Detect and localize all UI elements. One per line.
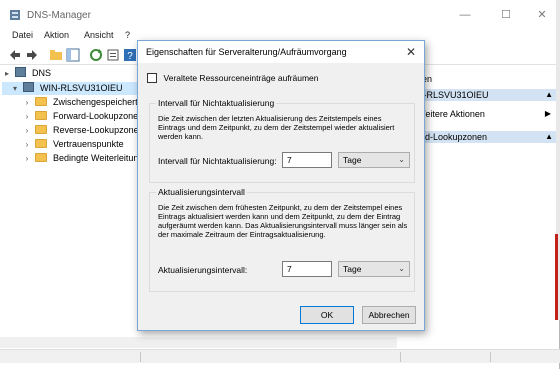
refresh-unit-select[interactable]: Tage ⌄	[338, 261, 410, 277]
tree-item-server-label: WIN-RLSVU31OIEU	[40, 83, 123, 93]
actions-server-label: N-RLSVU31OIEU	[417, 90, 489, 100]
maximize-button[interactable]: ☐	[496, 6, 516, 24]
tree-item-label: Forward-Lookupzonen	[53, 111, 142, 121]
refresh-icon[interactable]	[89, 48, 103, 62]
chevron-right-icon: ›	[25, 98, 29, 107]
server-icon	[22, 82, 34, 92]
refresh-description: Die Zeit zwischen dem frühesten Zeitpunk…	[158, 203, 408, 239]
forward-arrow-icon[interactable]	[25, 48, 39, 62]
menu-ansicht[interactable]: Ansicht	[84, 30, 114, 40]
close-window-button[interactable]: ✕	[532, 6, 552, 24]
minimize-button[interactable]: —	[455, 6, 475, 24]
export-list-icon[interactable]	[106, 48, 120, 62]
dialog-title-bar: Eigenschaften für Serveralterung/Aufräum…	[138, 41, 424, 63]
tree-item-server[interactable]: ▾ WIN-RLSVU31OIEU	[2, 82, 142, 95]
back-arrow-icon[interactable]	[8, 48, 22, 62]
tree-item-label: Reverse-Lookupzonen	[53, 125, 142, 135]
svg-text:?: ?	[127, 51, 133, 62]
cancel-button[interactable]: Abbrechen	[362, 306, 416, 324]
scavenge-checkbox-row[interactable]: Veraltete Ressourceneinträge aufräumen	[147, 73, 319, 85]
tree-item-conditional-forwarders[interactable]: › Bedingte Weiterleitungen	[2, 152, 142, 165]
chevron-right-icon: ›	[25, 154, 29, 163]
title-bar: DNS-Manager — ☐ ✕	[0, 0, 560, 30]
dialog-title: Eigenschaften für Serveralterung/Aufräum…	[146, 47, 347, 57]
menu-datei[interactable]: Datei	[12, 30, 33, 40]
no-refresh-label: Intervall für Nichtaktualisierung:	[158, 156, 277, 166]
refresh-group: Aktualisierungsintervall Die Zeit zwisch…	[149, 187, 415, 292]
no-refresh-value-input[interactable]: 7	[282, 152, 332, 168]
status-divider	[140, 352, 141, 362]
chevron-down-icon: ▾	[12, 84, 17, 93]
scavenge-checkbox[interactable]	[147, 73, 157, 83]
status-divider	[400, 352, 401, 362]
status-bar	[0, 349, 560, 363]
chevron-down-icon: ⌄	[398, 264, 405, 273]
folder-icon	[34, 111, 47, 120]
folder-icon	[34, 153, 47, 162]
no-refresh-group-title: Intervall für Nichtaktualisierung	[156, 98, 277, 108]
chevron-right-icon: ›	[25, 112, 29, 121]
folder-icon	[34, 139, 47, 148]
help-icon[interactable]: ?	[123, 48, 137, 62]
tree-item-dns-label: DNS	[32, 68, 52, 78]
scavenge-checkbox-label: Veraltete Ressourceneinträge aufräumen	[163, 73, 319, 83]
refresh-label: Aktualisierungsintervall:	[158, 265, 248, 275]
folder-icon	[34, 97, 47, 106]
more-actions-label: Weitere Aktionen	[417, 109, 485, 119]
no-refresh-group: Intervall für Nichtaktualisierung Die Ze…	[149, 98, 415, 183]
tree-item-label: Vertrauenspunkte	[53, 139, 124, 149]
no-refresh-unit-value: Tage	[343, 155, 362, 165]
tree-item-trust-points[interactable]: › Vertrauenspunkte	[2, 138, 142, 151]
no-refresh-unit-select[interactable]: Tage ⌄	[338, 152, 410, 168]
submenu-arrow-icon: ▶	[544, 109, 551, 118]
window-title: DNS-Manager	[27, 10, 91, 21]
menu-aktion[interactable]: Aktion	[44, 30, 69, 40]
dialog-close-button[interactable]: ✕	[404, 45, 418, 59]
show-hide-tree-icon[interactable]	[66, 48, 80, 62]
chevron-right-icon: ▸	[4, 69, 9, 78]
tree-item-label: Bedingte Weiterleitungen	[53, 153, 142, 163]
collapse-up-icon: ▲	[545, 132, 553, 141]
console-tree: ▸ DNS ▾ WIN-RLSVU31OIEU › Zwischengespei…	[2, 67, 142, 347]
refresh-unit-value: Tage	[343, 264, 362, 274]
actions-zone-label: ard-Lookupzonen	[417, 132, 488, 142]
chevron-right-icon: ›	[25, 126, 29, 135]
up-folder-icon[interactable]	[49, 48, 63, 62]
aging-scavenging-dialog: Eigenschaften für Serveralterung/Aufräum…	[137, 40, 425, 331]
no-refresh-description: Die Zeit zwischen der letzten Aktualisie…	[158, 114, 395, 141]
tree-item-forward-lookup-zones[interactable]: › Forward-Lookupzonen	[2, 110, 142, 123]
tree-item-label: Zwischengespeicherte	[53, 97, 142, 107]
dns-icon	[14, 67, 26, 77]
tree-item-dns[interactable]: ▸ DNS	[2, 67, 142, 80]
collapse-up-icon: ▲	[545, 90, 553, 99]
chevron-right-icon: ›	[25, 140, 29, 149]
tree-item-cached-lookups[interactable]: › Zwischengespeicherte	[2, 96, 142, 109]
status-divider	[490, 352, 491, 362]
horizontal-scrollbar[interactable]	[0, 337, 397, 348]
folder-icon	[34, 125, 47, 134]
refresh-value-input[interactable]: 7	[282, 261, 332, 277]
dns-app-icon	[10, 10, 20, 20]
tree-item-reverse-lookup-zones[interactable]: › Reverse-Lookupzonen	[2, 124, 142, 137]
background-window-edge	[555, 234, 558, 320]
refresh-group-title: Aktualisierungsintervall	[156, 187, 247, 197]
menu-help[interactable]: ?	[125, 30, 130, 40]
ok-button[interactable]: OK	[300, 306, 354, 324]
chevron-down-icon: ⌄	[398, 155, 405, 164]
